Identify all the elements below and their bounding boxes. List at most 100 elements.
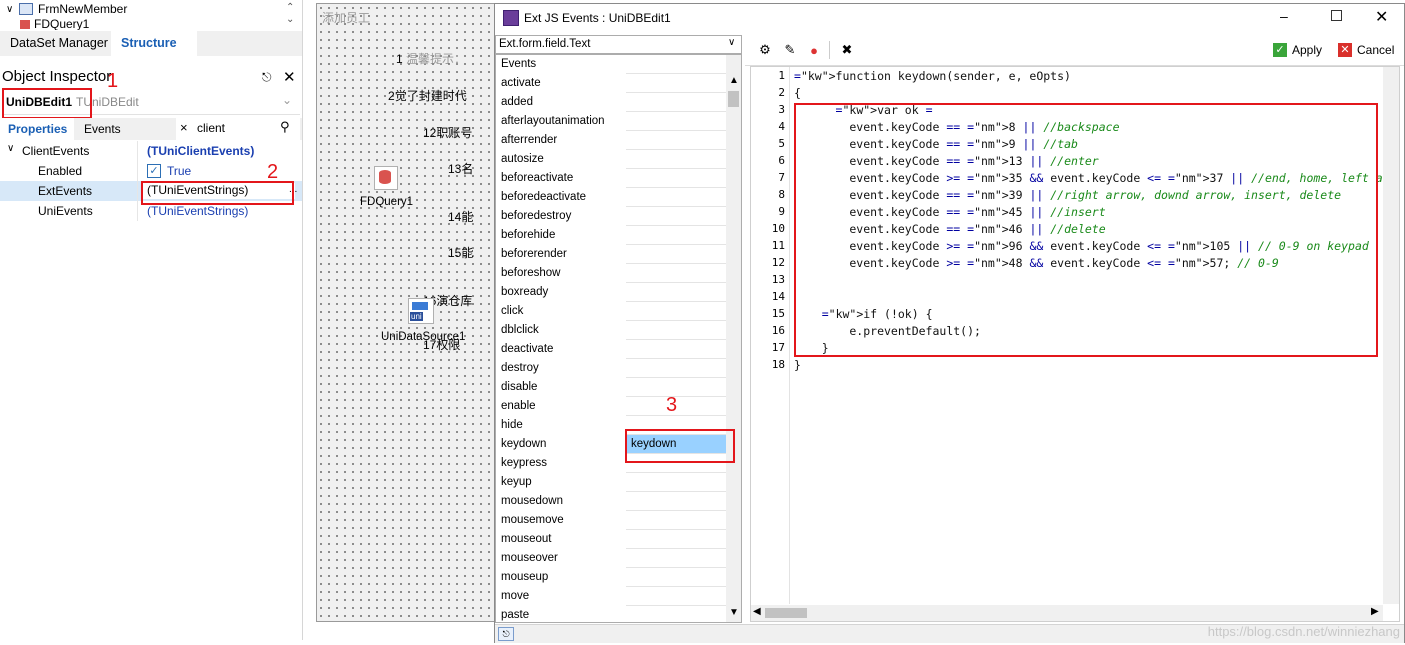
cancel-button[interactable]: ✕ Cancel <box>1338 41 1394 59</box>
event-handler-cell[interactable] <box>626 131 726 150</box>
tab-properties[interactable]: Properties <box>0 118 74 140</box>
event-item-deactivate[interactable]: deactivate <box>496 340 726 359</box>
event-handler-cell[interactable] <box>626 188 726 207</box>
tab-events[interactable]: Events <box>84 122 121 136</box>
event-item-autosize[interactable]: autosize <box>496 150 726 169</box>
event-handler-cell[interactable] <box>626 245 726 264</box>
event-handler-cell[interactable] <box>626 359 726 378</box>
event-handler-cell[interactable] <box>626 549 726 568</box>
event-handler-cell[interactable] <box>626 302 726 321</box>
event-item-beforeactivate[interactable]: beforeactivate <box>496 169 726 188</box>
event-handler-cell[interactable] <box>626 264 726 283</box>
event-handler-cell[interactable] <box>626 568 726 587</box>
event-handler-cell[interactable] <box>626 112 726 131</box>
event-handler-cell[interactable] <box>626 473 726 492</box>
event-handler-cell[interactable] <box>626 587 726 606</box>
code-line[interactable]: ="kw">function keydown(sender, e, eOpts) <box>794 69 1071 83</box>
event-item-disable[interactable]: disable <box>496 378 726 397</box>
chevron-down-icon[interactable]: ⌄ <box>282 93 292 107</box>
chevron-down-icon[interactable]: ∨ <box>6 4 18 15</box>
event-label: dblclick <box>501 324 539 336</box>
code-line[interactable]: { <box>794 86 801 100</box>
form-designer[interactable]: 添加员工 1 温馨提示： 2觉了封建时代 12职账号 13名 14能 15能 1… <box>316 3 498 622</box>
event-item-afterrender[interactable]: afterrender <box>496 131 726 150</box>
event-handler-cell[interactable] <box>626 226 726 245</box>
event-item-mousedown[interactable]: mousedown <box>496 492 726 511</box>
event-item-beforehide[interactable]: beforehide <box>496 226 726 245</box>
tab-structure[interactable]: Structure <box>111 31 197 56</box>
checkbox-checked-icon[interactable]: ✓ <box>147 164 161 178</box>
tab-dataset-manager[interactable]: DataSet Manager <box>0 31 118 56</box>
event-item-mouseup[interactable]: mouseup <box>496 568 726 587</box>
event-item-beforedeactivate[interactable]: beforedeactivate <box>496 188 726 207</box>
event-item-mouseout[interactable]: mouseout <box>496 530 726 549</box>
event-handler-cell[interactable] <box>626 207 726 226</box>
minimize-icon[interactable]: – <box>1280 8 1288 24</box>
remove-event-icon[interactable]: ● <box>805 41 823 59</box>
event-handler-cell[interactable] <box>626 606 726 625</box>
search-input[interactable]: client <box>197 121 225 135</box>
code-editor[interactable]: 1 2 3 4 5 6 7 8 9 10 11 12 13 14 15 16 17 18 ="kw">functi… <box>750 66 1400 622</box>
search-icon[interactable]: ⚲ <box>280 119 290 135</box>
chevron-down-icon[interactable]: ∨ <box>7 143 14 154</box>
event-item-move[interactable]: move <box>496 587 726 606</box>
event-handler-cell[interactable] <box>626 150 726 169</box>
event-handler-cell[interactable] <box>626 321 726 340</box>
event-handler-cell[interactable] <box>626 511 726 530</box>
event-handler-cell[interactable] <box>626 93 726 112</box>
event-item-beforerender[interactable]: beforerender <box>496 245 726 264</box>
tree-item-form[interactable]: ∨ FrmNewMember <box>6 0 127 18</box>
event-item-boxready[interactable]: boxready <box>496 283 726 302</box>
clear-events-icon[interactable]: ✖ <box>838 41 856 59</box>
scroll-thumb[interactable] <box>765 608 807 618</box>
apply-button[interactable]: ✓ Apply <box>1273 41 1322 59</box>
scroll-up-icon[interactable]: ⌃ <box>286 2 294 13</box>
event-item-enable[interactable]: enable <box>496 397 726 416</box>
code-line[interactable]: } <box>794 358 801 372</box>
event-handler-cell[interactable] <box>626 283 726 302</box>
event-item-activate[interactable]: activate <box>496 74 726 93</box>
event-item-destroy[interactable]: destroy <box>496 359 726 378</box>
event-handler-cell[interactable] <box>626 530 726 549</box>
event-item-keyup[interactable]: keyup <box>496 473 726 492</box>
event-handler-cell[interactable] <box>626 169 726 188</box>
event-item-paste[interactable]: paste <box>496 606 726 625</box>
event-item-beforedestroy[interactable]: beforedestroy <box>496 207 726 226</box>
editor-horizontal-scrollbar[interactable]: ◀ ▶ <box>751 605 1383 621</box>
editor-vertical-scrollbar[interactable] <box>1383 67 1399 604</box>
event-item-mousemove[interactable]: mousemove <box>496 511 726 530</box>
event-item-added[interactable]: added <box>496 93 726 112</box>
scroll-down-icon[interactable]: ⌄ <box>286 14 294 25</box>
event-item-click[interactable]: click <box>496 302 726 321</box>
pin-icon[interactable]: ⎋ <box>262 70 272 85</box>
scroll-left-icon[interactable]: ◀ <box>753 606 761 617</box>
event-item-dblclick[interactable]: dblclick <box>496 321 726 340</box>
maximize-icon[interactable] <box>1331 10 1342 21</box>
pin-icon[interactable]: ⎋ <box>498 627 514 641</box>
scroll-thumb[interactable] <box>728 91 739 107</box>
add-event-icon[interactable]: ⚙ <box>756 41 774 59</box>
event-handler-cell[interactable] <box>626 74 726 93</box>
event-list-scrollbar[interactable]: ▲ ▼ <box>726 55 741 622</box>
event-handler-cell[interactable] <box>626 340 726 359</box>
fdquery-component[interactable]: FDQuery1 <box>360 164 470 214</box>
tree-item-query[interactable]: FDQuery1 <box>20 18 89 30</box>
scroll-right-icon[interactable]: ▶ <box>1371 606 1379 617</box>
event-item-afterlayoutanimation[interactable]: afterlayoutanimation <box>496 112 726 131</box>
unidatasource-component[interactable]: uni UniDataSource1 <box>381 296 491 346</box>
chevron-down-icon[interactable]: ∨ <box>728 37 735 48</box>
clear-icon[interactable]: × <box>180 120 188 135</box>
scroll-down-icon[interactable]: ▼ <box>729 607 739 618</box>
close-icon[interactable]: ✕ <box>1375 7 1388 27</box>
event-list[interactable]: Events activate added afterlayoutanimation… <box>495 54 742 625</box>
close-icon[interactable]: ✕ <box>283 68 296 86</box>
class-select[interactable]: Ext.form.field.Text ∨ <box>495 35 742 54</box>
line-number: 18 <box>771 358 785 371</box>
edit-event-icon[interactable]: ✎ <box>781 41 799 59</box>
scroll-up-icon[interactable]: ▲ <box>729 75 739 86</box>
property-row-enabled[interactable]: Enabled ✓ True <box>0 161 302 181</box>
event-item-mouseover[interactable]: mouseover <box>496 549 726 568</box>
property-row-clientevents[interactable]: ∨ ClientEvents (TUniClientEvents) <box>0 141 302 161</box>
event-handler-cell[interactable] <box>626 492 726 511</box>
event-item-beforeshow[interactable]: beforeshow <box>496 264 726 283</box>
